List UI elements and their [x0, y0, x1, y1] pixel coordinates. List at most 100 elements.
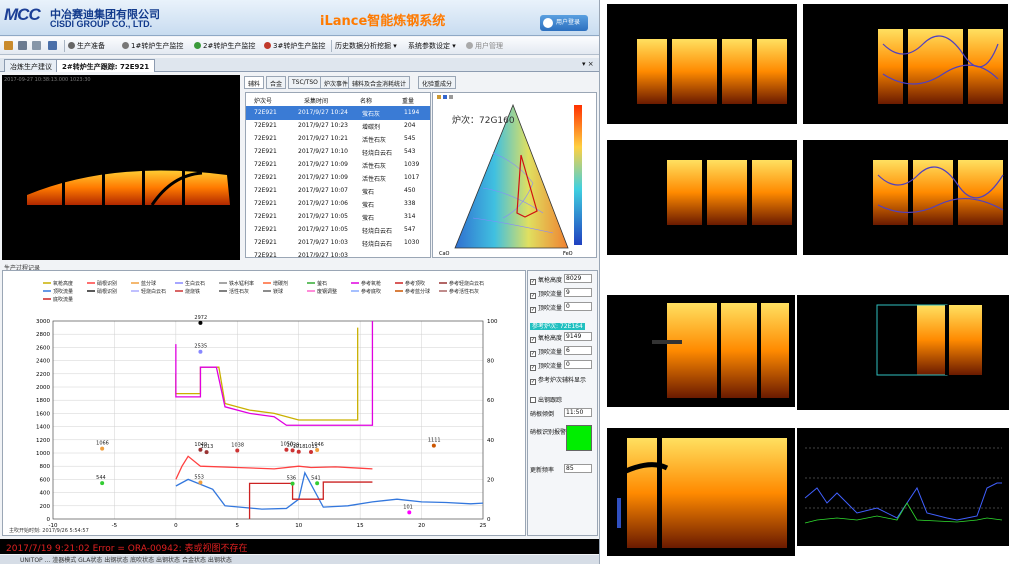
y-tick-label: 400 [40, 491, 51, 497]
table-cell: 2017/9/27 10:09 [298, 174, 348, 181]
data-point-label: 2972 [194, 315, 207, 321]
option-checkbox[interactable]: ✓ [530, 351, 536, 357]
legend-label: 生白云石 [185, 280, 205, 287]
option-row[interactable]: ✓ 顶吹流量 [530, 303, 562, 313]
user-icon [466, 42, 473, 49]
option-row[interactable]: ✓ 氧枪高度 [530, 333, 562, 343]
table-row[interactable]: 72E921 2017/9/27 10:09 活性石灰 1017 [246, 171, 430, 185]
menu-system-settings[interactable]: 系统参数设定 ▾ [408, 41, 456, 51]
gear-icon [122, 42, 129, 49]
cisdi-logo: MCC 中冶赛迪集团有限公司 CISDI GROUP CO., LTD. [4, 5, 174, 31]
toolbar-icon[interactable] [437, 95, 441, 99]
data-point-label: 1015 [305, 444, 318, 450]
menu-converter-1[interactable]: 1#转炉生产监控 [122, 41, 183, 51]
table-row[interactable]: 72E921 2017/9/27 10:05 轻烧白云石 547 [246, 223, 430, 237]
x-tick-label: 0 [174, 523, 178, 529]
option-value-field[interactable]: 0 [564, 360, 592, 369]
table-row[interactable]: 72E921 2017/9/27 10:05 萤石 314 [246, 210, 430, 224]
option-value-field[interactable]: 6 [564, 346, 592, 355]
table-row[interactable]: 72E921 2017/9/27 10:24 萤石灰 1194 [246, 106, 430, 120]
table-cell: 2017/9/27 10:03 [298, 252, 348, 258]
table-row[interactable]: 72E921 2017/9/27 10:10 轻烧白云石 543 [246, 145, 430, 159]
toolbar-icon[interactable] [449, 95, 453, 99]
y-tick-label: 2600 [36, 345, 50, 351]
col-header-name: 名称 [360, 98, 373, 105]
table-row[interactable]: 72E921 2017/9/27 10:09 活性石灰 1039 [246, 158, 430, 172]
option-checkbox[interactable]: ✓ [530, 379, 536, 385]
tab-assay-composition[interactable]: 化验重成分 [418, 76, 457, 89]
option-checkbox[interactable]: ✓ [530, 307, 536, 313]
gear-icon [264, 42, 271, 49]
legend-label: 铁水锰利率 [229, 280, 254, 287]
option-value-field[interactable]: 9149 [564, 332, 592, 341]
data-point [235, 448, 240, 453]
data-point-label: 541 [311, 475, 321, 481]
key-icon[interactable] [4, 41, 13, 50]
menu-production-prep[interactable]: 生产准备 [68, 41, 105, 51]
menu-user-management[interactable]: 用户管理 [466, 41, 503, 51]
legend-label: 底吹流量 [53, 296, 73, 303]
table-cell: 萤石 [362, 189, 375, 196]
option-row[interactable]: ✓ 顶吹流量 [530, 289, 562, 299]
option-label: 参考炉次辅料显示 [538, 377, 587, 384]
option-label: 顶吹流量 [538, 349, 563, 356]
tab-auxiliary[interactable]: 辅料 [244, 76, 265, 89]
tab-converter-2-tracking[interactable]: 2#转炉生产跟踪: 72E921 [56, 59, 156, 72]
toolbar-icon[interactable] [443, 95, 447, 99]
option-checkbox[interactable] [530, 397, 536, 403]
data-point [315, 481, 320, 486]
col-header-time: 采集时间 [304, 98, 329, 105]
switch-icon[interactable] [18, 41, 27, 50]
menu-converter-2[interactable]: 2#转炉生产监控 [194, 41, 255, 51]
option-checkbox[interactable]: ✓ [530, 279, 536, 285]
option-value-field[interactable]: 0 [564, 302, 592, 311]
option-row[interactable]: ✓ 氧枪高度 [530, 275, 562, 285]
option-label: 氧枪高度 [538, 335, 563, 342]
option-checkbox[interactable]: ✓ [530, 365, 536, 371]
table-cell: 72E921 [254, 109, 277, 116]
table-cell: 轻烧白云石 [362, 150, 393, 157]
option-row[interactable]: 参考炉次: 72E164 [530, 321, 585, 330]
option-checkbox[interactable]: ✓ [530, 337, 536, 343]
option-checkbox[interactable]: ✓ [530, 293, 536, 299]
table-cell: 204 [404, 122, 416, 129]
option-row[interactable]: 更新频率 [530, 465, 554, 474]
tab-tsc-tso[interactable]: TSC/TSO [288, 76, 322, 89]
login-button[interactable]: 用户登录 [540, 15, 588, 31]
option-row[interactable]: ✓ 参考炉次辅料显示 [530, 375, 586, 385]
option-row[interactable]: 出钢跟踪 [530, 395, 562, 404]
table-row[interactable]: 72E921 2017/9/27 10:23 增碳剂 204 [246, 119, 430, 133]
menu-converter-3[interactable]: 3#转炉生产监控 [264, 41, 325, 51]
tab-consumption-stats[interactable]: 辅料及合金消耗统计 [348, 76, 411, 89]
option-value-field[interactable]: 9 [564, 288, 592, 297]
legend-label: 参考蓝分球 [405, 288, 430, 295]
menu-history-analysis[interactable]: 历史数据分析挖掘 ▾ [335, 41, 397, 51]
data-point [204, 450, 209, 455]
table-row[interactable]: 72E921 2017/9/27 10:07 萤石 450 [246, 184, 430, 198]
y-tick-label: 1800 [36, 398, 50, 404]
table-row[interactable]: 72E921 2017/9/27 10:06 萤石 338 [246, 197, 430, 211]
save-icon[interactable] [48, 41, 57, 50]
table-cell: 72E921 [254, 174, 277, 181]
table-cell: 活性石灰 [362, 137, 387, 144]
furnace-thumbnail-tracked [797, 295, 1009, 410]
table-cell: 72E921 [254, 252, 277, 258]
option-value-field[interactable]: 85 [564, 464, 592, 473]
table-row[interactable]: 72E921 2017/9/27 10:21 活性石灰 545 [246, 132, 430, 146]
tab-alloy[interactable]: 合金 [266, 76, 287, 89]
option-row[interactable]: ✓ 顶吹流量 [530, 361, 562, 371]
tab-smelting-advice[interactable]: 冶炼生产建议 [4, 59, 58, 72]
table-row[interactable]: 72E921 2017/9/27 10:03 轻烧白云石 1030 [246, 236, 430, 250]
table-row[interactable]: 72E921 2017/9/27 10:03 [246, 249, 430, 258]
option-value-field[interactable]: 11:50 [564, 408, 592, 417]
window-icon[interactable] [32, 41, 41, 50]
y-tick-label: 600 [40, 477, 51, 483]
x-tick-label: 15 [357, 523, 364, 529]
y-tick-label: 2200 [36, 372, 50, 378]
tab-menu-icon[interactable]: ▾ × [582, 60, 594, 68]
option-row[interactable]: 硝根识别报警 [530, 427, 566, 436]
option-row[interactable]: 硝根倾倒 [530, 409, 554, 418]
option-row[interactable]: ✓ 顶吹流量 [530, 347, 562, 357]
legend-label: 活性石灰 [229, 288, 249, 295]
option-value-field[interactable]: 8029 [564, 274, 592, 283]
